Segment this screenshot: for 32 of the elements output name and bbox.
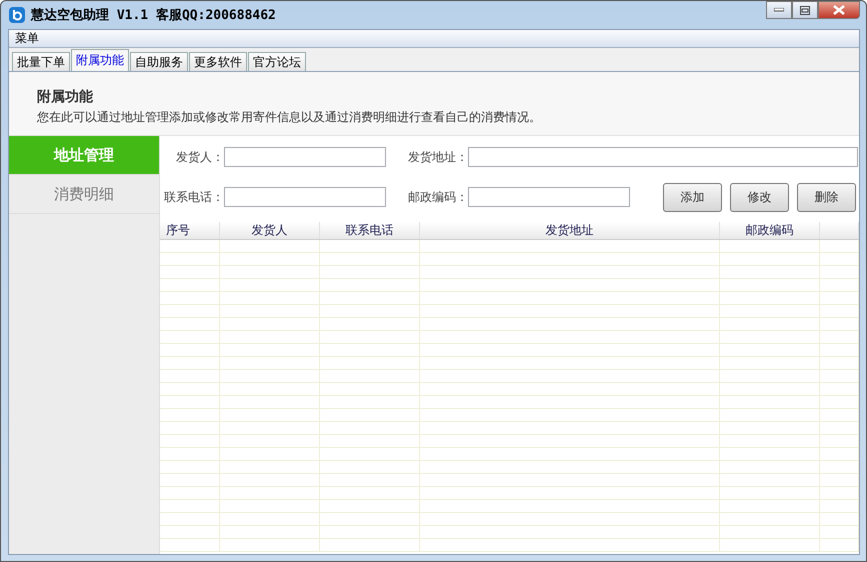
field-label: 邮政编码： (407, 188, 468, 206)
minimize-button[interactable] (766, 1, 792, 19)
minimize-icon (774, 8, 784, 12)
column-header: 邮政编码 (720, 222, 820, 239)
action-button[interactable]: 删除 (797, 182, 856, 212)
section-description: 您在此可以通过地址管理添加或修改常用寄件信息以及通过消费明细进行查看自己的消费情况。 (37, 109, 542, 126)
tab[interactable]: 附属功能 (71, 49, 129, 71)
column-header: 发货人 (220, 222, 320, 239)
tab[interactable]: 自助服务 (130, 52, 188, 71)
maximize-button[interactable] (792, 1, 818, 19)
column-header: 联系电话 (320, 222, 420, 239)
column-header: 发货地址 (420, 222, 720, 239)
input-field[interactable] (468, 187, 630, 207)
input-field[interactable] (224, 147, 386, 167)
section-title: 附属功能 (37, 88, 94, 106)
tab[interactable]: 批量下单 (12, 52, 70, 71)
maximize-icon (800, 6, 810, 14)
action-button[interactable]: 修改 (730, 182, 789, 212)
field-label: 联系电话： (163, 188, 224, 206)
field-label: 发货地址： (407, 148, 468, 166)
action-button[interactable]: 添加 (663, 182, 722, 212)
input-field[interactable] (224, 187, 386, 207)
field-label: 发货人： (175, 148, 224, 166)
input-field[interactable] (468, 147, 858, 167)
tab[interactable]: 更多软件 (189, 52, 247, 71)
close-button[interactable] (818, 1, 860, 19)
app-logo-icon (9, 7, 25, 23)
window-title: 慧达空包助理 V1.1 客服QQ:200688462 (31, 6, 276, 24)
column-header: 序号 (160, 222, 220, 239)
tab[interactable]: 官方论坛 (248, 52, 306, 71)
menu-item[interactable]: 菜单 (13, 30, 41, 47)
close-icon (833, 5, 845, 15)
